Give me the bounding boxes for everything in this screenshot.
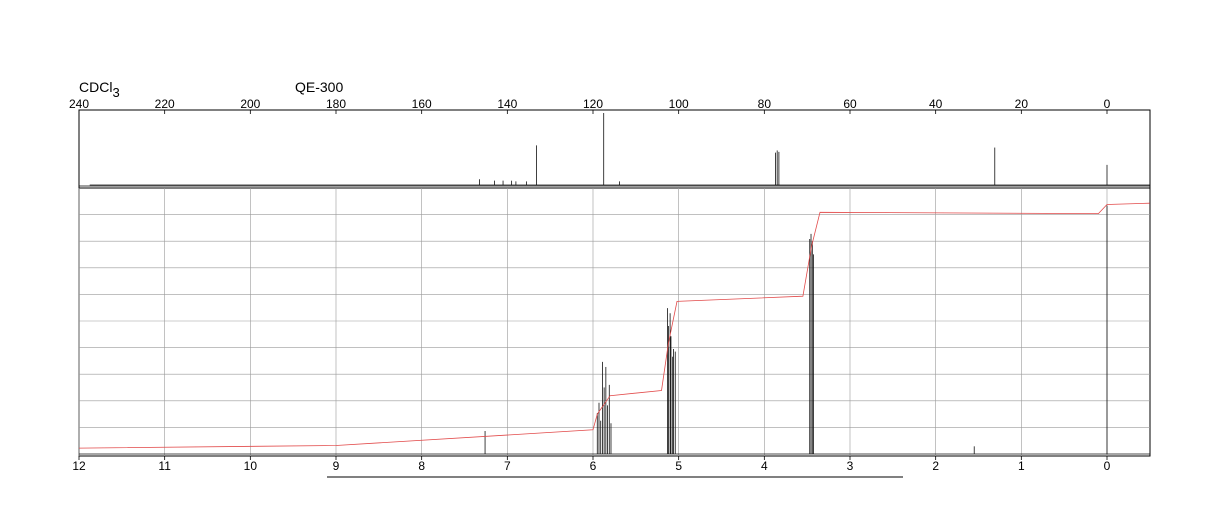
- carbon-tick-label: 60: [843, 97, 857, 111]
- proton-tick-label: 9: [333, 459, 340, 473]
- proton-tick-label: 8: [418, 459, 425, 473]
- carbon-tick-label: 40: [929, 97, 943, 111]
- integral-line: [78, 202, 1150, 449]
- carbon-tick-label: 120: [583, 97, 603, 111]
- proton-axis-ticks: 12 11 10 9 8 7 6 5 4 3 2 1 0: [72, 456, 1111, 473]
- carbon-tick-label: 20: [1015, 97, 1029, 111]
- proton-tick-label: 6: [590, 459, 597, 473]
- proton-tick-label: 7: [504, 459, 511, 473]
- proton-spectrum: [79, 205, 1150, 455]
- proton-tick-label: 11: [158, 459, 171, 473]
- carbon-tick-label: 240: [69, 97, 89, 111]
- proton-tick-label: 2: [932, 459, 939, 473]
- carbon-tick-label: 200: [240, 97, 260, 111]
- proton-tick-label: 12: [72, 459, 86, 473]
- proton-tick-label: 4: [761, 459, 768, 473]
- carbon-spectrum: [89, 113, 1150, 186]
- carbon-tick-label: 100: [669, 97, 689, 111]
- proton-tick-label: 10: [244, 459, 258, 473]
- carbon-tick-label: 0: [1104, 97, 1111, 111]
- carbon-tick-label: 220: [155, 97, 175, 111]
- proton-integral-curve: [78, 202, 1150, 449]
- proton-grid: [78, 188, 1150, 456]
- proton-tick-label: 1: [1018, 459, 1025, 473]
- proton-tick-label: 3: [847, 459, 854, 473]
- carbon-tick-label: 160: [412, 97, 432, 111]
- plot-frame: [78, 109, 1151, 457]
- carbon-axis-ticks: 240 220 200 180 160 140 120 100 80 60 40 20 0: [69, 97, 1111, 114]
- carbon-tick-label: 80: [758, 97, 772, 111]
- proton-tick-label: 0: [1104, 459, 1111, 473]
- carbon-tick-label: 140: [497, 97, 517, 111]
- nmr-spectrum-figure: CDCl3 QE-300 240 220 200 180 160 140 120 100 80 6…: [69, 79, 1151, 478]
- carbon-tick-label: 180: [326, 97, 346, 111]
- proton-tick-label: 5: [675, 459, 682, 473]
- instrument-label: QE-300: [295, 79, 343, 95]
